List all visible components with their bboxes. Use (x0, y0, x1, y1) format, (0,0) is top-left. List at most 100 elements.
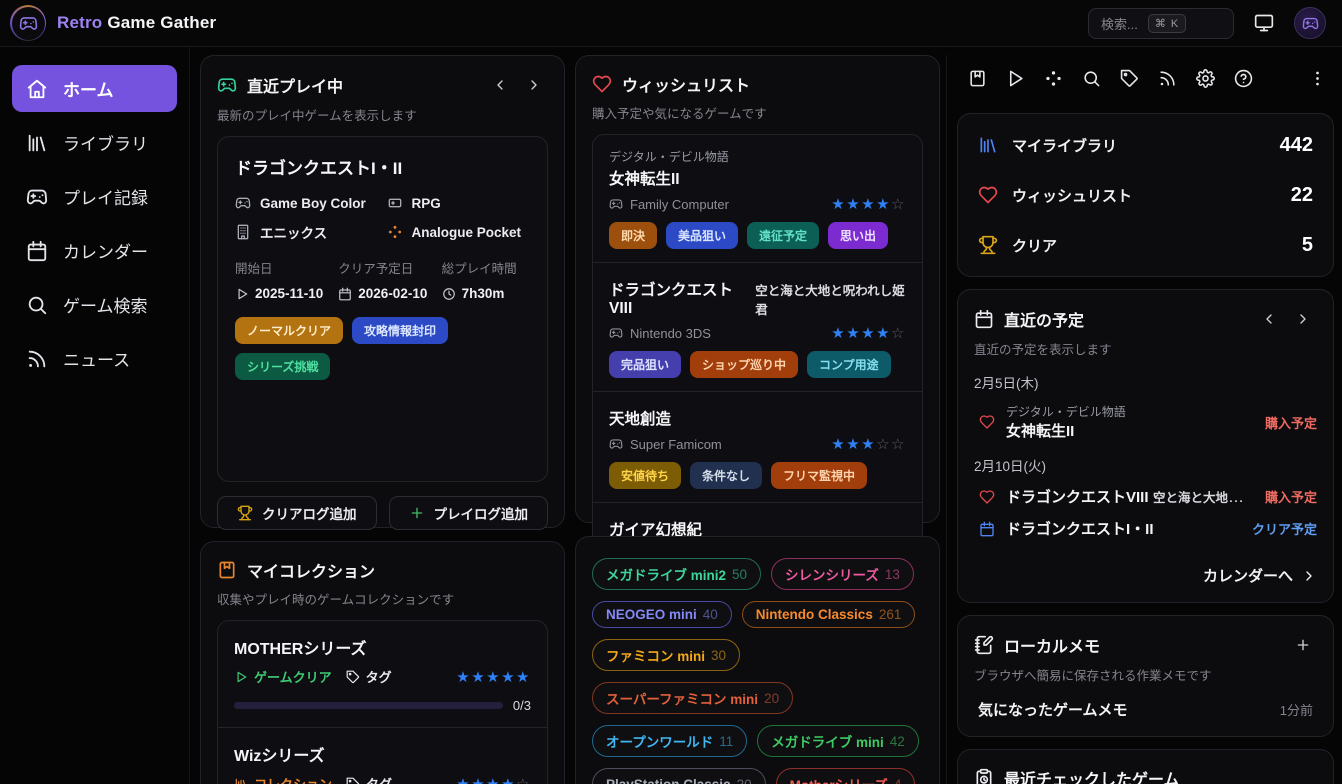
wishlist-tag: 思い出 (828, 222, 888, 249)
wishlist-title: ウィッシュリスト (622, 72, 750, 96)
gamepad-icon (609, 197, 623, 211)
tag-pill[interactable]: メガドライブ mini42 (757, 725, 919, 757)
display-mode-button[interactable] (1250, 9, 1278, 37)
tag-pill[interactable]: シレンシリーズ13 (771, 558, 914, 590)
tag-pill[interactable]: NEOGEO mini40 (592, 601, 732, 628)
schedule-entry[interactable]: デジタル・デビル物語 女神転生II 購入予定 (974, 403, 1317, 441)
collection-item[interactable]: MOTHERシリーズ ゲームクリア タグ ★★★★★ (218, 621, 547, 727)
search-input[interactable]: 検索... ⌘ K (1088, 8, 1234, 39)
stat-wishlist[interactable]: ウィッシュリスト 22 (978, 170, 1313, 220)
top-bar: Retro Game Gather 検索... ⌘ K (0, 0, 1342, 47)
tag-pill[interactable]: Motherシリーズ4 (776, 768, 916, 784)
rating-stars: ★★★★☆ (456, 775, 531, 784)
now-playing-card: 直近プレイ中 最新のプレイ中ゲームを表示します ドラゴンクエストI・II Gam… (200, 55, 565, 528)
search-button[interactable] (1079, 66, 1104, 91)
calendar-link[interactable]: カレンダーへ (974, 565, 1317, 586)
wishlist-tag: 即決 (609, 222, 657, 249)
play-button[interactable] (1003, 66, 1028, 91)
news-button[interactable] (1155, 66, 1180, 91)
wishlist-item[interactable]: デジタル・デビル物語 女神転生II Family Computer ★★★★☆ … (593, 135, 922, 262)
chevron-left-icon (492, 77, 508, 93)
gear-icon (1196, 69, 1215, 88)
rating-stars: ★★★★☆ (831, 195, 906, 213)
game-title: ドラゴンクエストI・II (235, 154, 530, 179)
rss-icon (1158, 69, 1177, 88)
playtime-label: 総プレイ時間 (442, 258, 530, 277)
user-avatar[interactable] (1294, 7, 1326, 39)
wishlist-tag: 条件なし (690, 462, 762, 489)
heart-icon (592, 74, 612, 94)
tags-button[interactable] (1117, 66, 1142, 91)
game-subtitle: 空と海と大地と呪われし姫君 (755, 280, 906, 318)
help-button[interactable] (1231, 66, 1256, 91)
collections-button[interactable] (965, 66, 990, 91)
sidebar-item-home[interactable]: ホーム (12, 65, 177, 112)
my-collection-card: マイコレクション 収集やプレイ時のゲームコレクションです MOTHERシリーズ … (200, 541, 565, 784)
schedule-date: 2月5日(木) (974, 372, 1317, 392)
prev-playing-button[interactable] (486, 72, 514, 98)
search-shortcut-kbd: ⌘ K (1148, 14, 1186, 33)
prev-schedule-button[interactable] (1255, 306, 1283, 332)
schedule-entry[interactable]: ドラゴンクエストI・II クリア予定 (974, 518, 1317, 539)
tag-pill[interactable]: オープンワールド11 (592, 725, 747, 757)
building-icon (235, 224, 251, 240)
sidebar-item-calendar[interactable]: カレンダー (12, 227, 177, 274)
tag-cloud-card: メガドライブ mini250 シレンシリーズ13 NEOGEO mini40 N… (575, 536, 940, 784)
more-menu-button[interactable] (1305, 66, 1330, 91)
library-icon (26, 132, 48, 154)
tag-pill[interactable]: PlayStation Classic20 (592, 768, 766, 784)
settings-button[interactable] (1193, 66, 1218, 91)
schedule-entry[interactable]: ドラゴンクエストVIII 空と海と大地と呪… 購入予定 (974, 486, 1317, 507)
schedule-title: 直近の予定 (1004, 307, 1084, 331)
sidebar-item-news[interactable]: ニュース (12, 335, 177, 382)
help-icon (1234, 69, 1253, 88)
clear-badge: クリア予定 (1252, 519, 1317, 538)
now-playing-subtitle: 最新のプレイ中ゲームを表示します (217, 105, 548, 124)
rating-stars: ★★★★☆ (831, 324, 906, 342)
heart-icon (979, 414, 995, 430)
monitor-icon (1254, 13, 1274, 33)
wishlist-tag: 安値待ち (609, 462, 681, 489)
trophy-icon (978, 235, 998, 255)
wishlist-item[interactable]: 天地創造 Super Famicom ★★★☆☆ 安値待ち 条件なし フリマ監視… (593, 391, 922, 502)
sidebar-item-play-log[interactable]: プレイ記録 (12, 173, 177, 220)
tag-pill[interactable]: ファミコン mini30 (592, 639, 740, 671)
stat-clear[interactable]: クリア 5 (978, 220, 1313, 270)
tag-pill[interactable]: Nintendo Classics261 (742, 601, 916, 628)
game-title: 天地創造 (609, 407, 671, 429)
chevron-right-icon (526, 77, 542, 93)
stat-library[interactable]: マイライブラリ 442 (978, 120, 1313, 170)
plus-icon (1295, 637, 1311, 653)
next-playing-button[interactable] (520, 72, 548, 98)
sidebar-item-library[interactable]: ライブラリ (12, 119, 177, 166)
add-clear-log-button[interactable]: クリアログ追加 (217, 496, 377, 530)
start-date-label: 開始日 (235, 258, 332, 277)
add-memo-button[interactable] (1289, 632, 1317, 658)
tag-pill[interactable]: スーパーファミコン mini20 (592, 682, 793, 714)
sidebar-item-game-search[interactable]: ゲーム検索 (12, 281, 177, 328)
memo-time: 1分前 (1280, 700, 1313, 719)
gamepad-icon (609, 437, 623, 451)
now-playing-title: 直近プレイ中 (247, 73, 343, 97)
chevron-left-icon (1261, 311, 1277, 327)
wishlist-tag: フリマ監視中 (771, 462, 867, 489)
wishlist-item[interactable]: ドラゴンクエストVIII 空と海と大地と呪われし姫君 Nintendo 3DS … (593, 262, 922, 391)
tag-icon (346, 670, 360, 684)
next-schedule-button[interactable] (1289, 306, 1317, 332)
playtime-value: 7h30m (442, 286, 530, 301)
progress-bar (234, 702, 503, 709)
memo-item[interactable]: 気になったゲームメモ 1分前 (974, 699, 1317, 720)
calendar-icon (338, 287, 352, 301)
add-play-log-button[interactable]: プレイログ追加 (389, 496, 549, 530)
gamepad-logo-icon (19, 14, 38, 33)
notebook-pen-icon (974, 635, 994, 655)
library-count: 442 (1280, 134, 1313, 157)
clear-count: 5 (1302, 234, 1313, 257)
playing-game-panel[interactable]: ドラゴンクエストI・II Game Boy Color RPG エニックス (217, 136, 548, 482)
gamepad-icon (26, 186, 48, 208)
wishlist-tag: 完品狙い (609, 351, 681, 378)
clear-date-value: 2026-02-10 (338, 286, 435, 301)
tag-pill[interactable]: メガドライブ mini250 (592, 558, 761, 590)
collection-item[interactable]: Wizシリーズ コレクション タグ ★★★★☆ (218, 727, 547, 784)
dpad-button[interactable] (1041, 66, 1066, 91)
